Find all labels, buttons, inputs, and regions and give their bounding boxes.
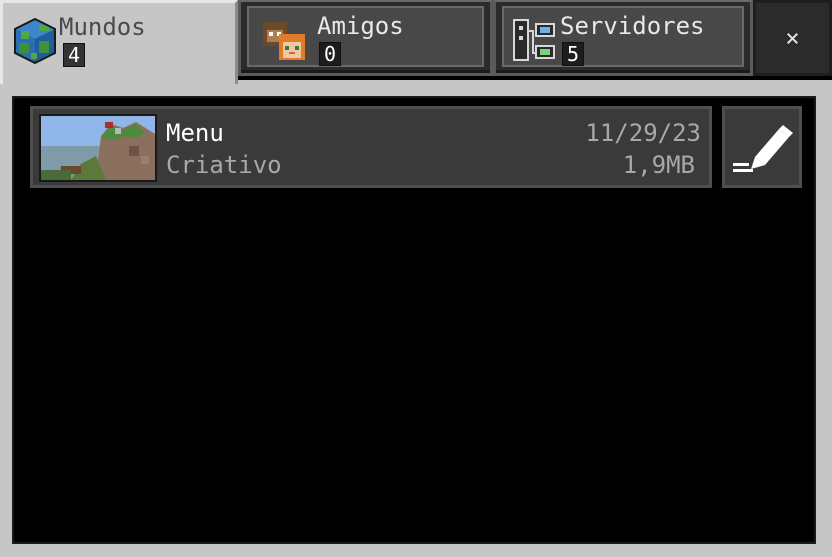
tab-servers[interactable]: Servidores 5	[493, 0, 753, 76]
tab-friends[interactable]: Amigos 0	[238, 0, 493, 76]
edit-world-button[interactable]	[722, 106, 802, 188]
world-game-mode: Criativo	[166, 151, 282, 179]
world-thumbnail-image	[41, 116, 155, 180]
close-icon: ×	[785, 24, 800, 52]
tab-servers-count: 5	[562, 42, 584, 66]
tab-friends-label: Amigos	[317, 12, 404, 40]
world-select-screen: Menu Criativo 11/29/23 1,9MB Mundos 4 Am…	[0, 0, 832, 557]
globe-icon	[14, 17, 56, 65]
tab-worlds[interactable]: Mundos 4	[0, 0, 238, 84]
tab-servers-label: Servidores	[560, 12, 705, 40]
worlds-list[interactable]: Menu Criativo 11/29/23 1,9MB	[12, 96, 816, 544]
tab-worlds-label: Mundos	[59, 13, 146, 41]
world-last-played-date: 11/29/23	[585, 119, 701, 147]
tab-worlds-count: 4	[63, 43, 85, 67]
world-name: Menu	[166, 119, 224, 147]
tab-friends-count: 0	[319, 42, 341, 66]
close-button[interactable]: ×	[753, 0, 832, 76]
server-icon	[513, 19, 555, 61]
content-panel: Menu Criativo 11/29/23 1,9MB	[0, 80, 832, 557]
pencil-icon	[733, 125, 793, 172]
world-list-item[interactable]: Menu Criativo 11/29/23 1,9MB	[30, 106, 712, 188]
world-file-size: 1,9MB	[622, 151, 695, 179]
friends-icon	[263, 22, 305, 60]
world-thumbnail	[39, 114, 157, 182]
